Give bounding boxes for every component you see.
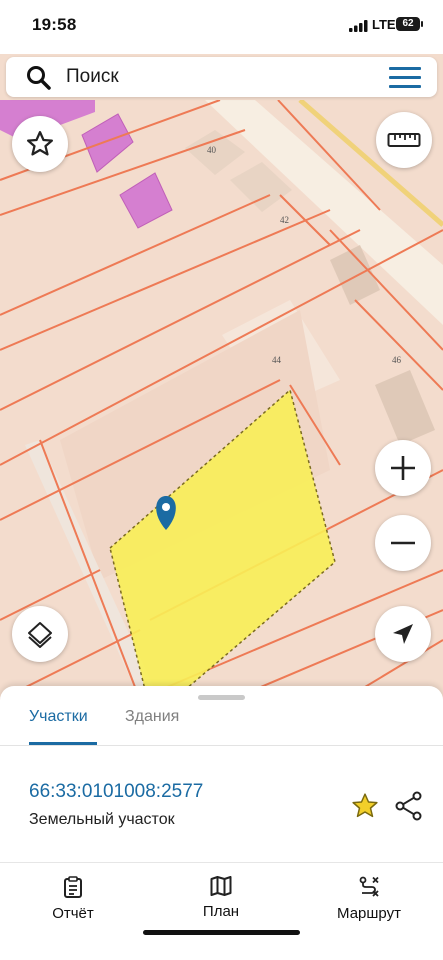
battery-icon: 62 (396, 17, 420, 31)
battery-tip (421, 21, 423, 27)
status-time: 19:58 (32, 15, 77, 34)
network-type: LTE (372, 17, 396, 32)
home-indicator[interactable] (143, 930, 300, 935)
report-icon (64, 876, 82, 898)
nav-report[interactable]: Отчёт (40, 876, 106, 922)
nav-plan[interactable]: План (188, 876, 254, 920)
search-icon (27, 66, 51, 90)
tab-buildings[interactable]: Здания (125, 708, 179, 726)
house-number: 46 (392, 355, 402, 365)
layers-icon (28, 622, 52, 648)
signal-icon (349, 20, 368, 32)
house-number: 40 (207, 145, 217, 155)
tab-parcels[interactable]: Участки (29, 708, 88, 726)
cadastral-number[interactable]: 66:33:0101008:2577 (29, 781, 203, 803)
bottom-sheet[interactable]: Участки Здания 66:33:0101008:2577 Земель… (0, 686, 443, 960)
ruler-button[interactable] (376, 112, 432, 168)
layers-button[interactable] (12, 606, 68, 662)
plus-icon (391, 456, 415, 480)
map-plan-icon (210, 876, 232, 896)
star-outline-icon (27, 131, 53, 156)
route-icon (359, 876, 379, 897)
status-bar: 19:58 LTE 62 (0, 0, 443, 54)
my-location-button[interactable] (375, 606, 431, 662)
search-bar[interactable]: Поиск (6, 57, 437, 97)
menu-icon[interactable] (389, 67, 421, 94)
house-number: 42 (280, 215, 289, 225)
map-canvas[interactable]: 40 42 44 46 (0, 100, 443, 700)
cadastral-map[interactable]: 40 42 44 46 (0, 100, 443, 700)
nav-route[interactable]: Маршрут (325, 876, 413, 922)
favorites-button[interactable] (12, 116, 68, 172)
search-input[interactable]: Поиск (66, 66, 119, 88)
nav-route-label: Маршрут (337, 905, 401, 922)
sheet-divider (0, 862, 443, 863)
nav-report-label: Отчёт (52, 905, 94, 922)
tab-divider (0, 745, 443, 746)
sheet-drag-handle[interactable] (198, 695, 245, 700)
minus-icon (391, 541, 415, 545)
zoom-out-button[interactable] (375, 515, 431, 571)
parcel-type: Земельный участок (29, 811, 175, 828)
nav-plan-label: План (202, 903, 240, 920)
favorite-star-icon[interactable] (350, 791, 380, 821)
ruler-icon (387, 133, 421, 147)
zoom-in-button[interactable] (375, 440, 431, 496)
share-icon[interactable] (395, 791, 423, 821)
house-number: 44 (272, 355, 282, 365)
navigation-arrow-icon (393, 624, 413, 644)
